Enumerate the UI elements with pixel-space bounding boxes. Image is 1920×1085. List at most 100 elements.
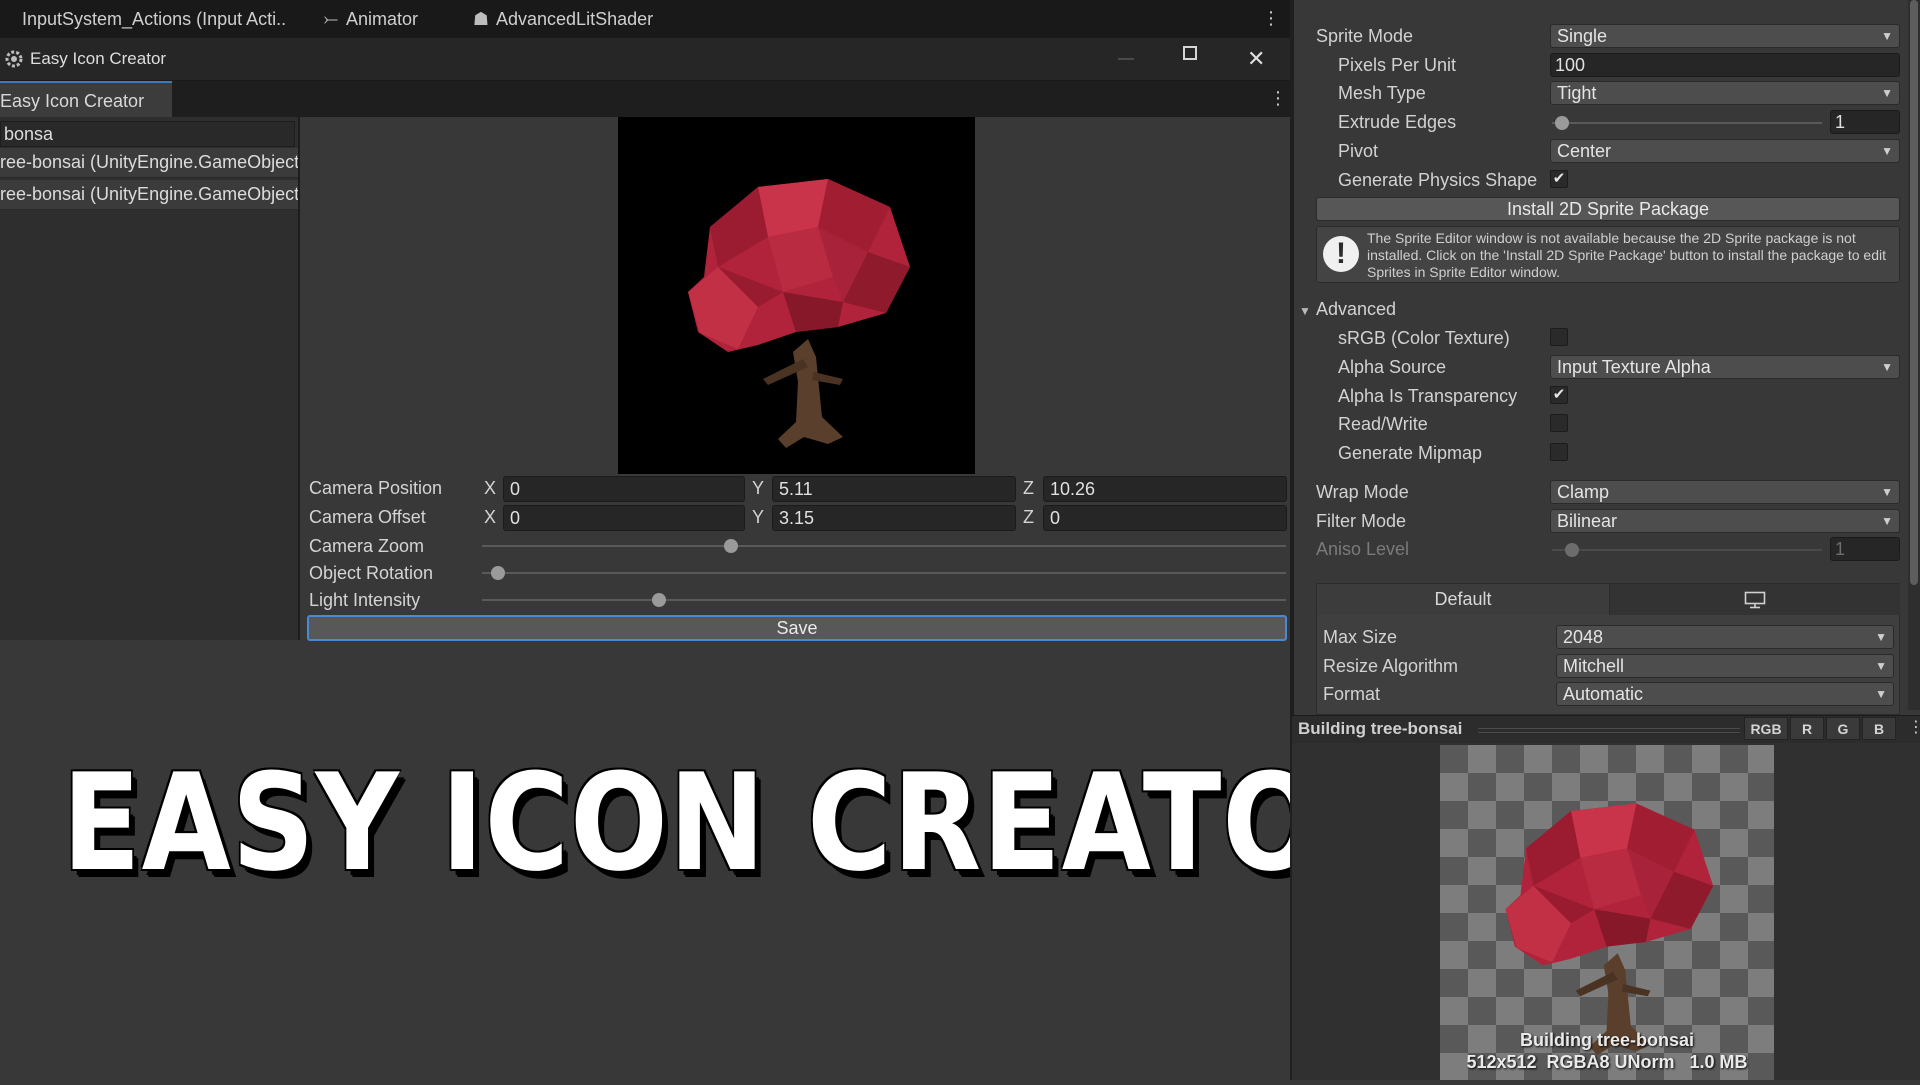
aniso-level-label: Aniso Level xyxy=(1316,539,1410,559)
light-intensity-slider[interactable] xyxy=(482,599,1286,601)
alpha-is-transparency-checkbox[interactable]: ✔ xyxy=(1550,386,1568,404)
preview-title: Building tree-bonsai xyxy=(1298,719,1463,738)
generate-mipmap-checkbox[interactable] xyxy=(1550,443,1568,461)
camera-zoom-label: Camera Zoom xyxy=(309,536,425,556)
dropdown-value: 2048 xyxy=(1563,627,1604,647)
tab-bar-more-icon[interactable]: ⋮ xyxy=(1262,9,1280,27)
channel-g-button[interactable]: G xyxy=(1826,717,1860,740)
axis-x-label: X xyxy=(484,478,497,498)
minimize-button[interactable]: — xyxy=(1118,38,1134,80)
wrap-mode-dropdown[interactable]: Clamp ▼ xyxy=(1550,480,1900,504)
close-button[interactable]: ✕ xyxy=(1247,38,1265,80)
aniso-level-field: 1 xyxy=(1830,537,1900,561)
filter-mode-label: Filter Mode xyxy=(1316,511,1407,531)
filter-mode-dropdown[interactable]: Bilinear ▼ xyxy=(1550,509,1900,533)
camera-position-z-field[interactable]: 10.26 xyxy=(1043,476,1287,502)
alpha-source-dropdown[interactable]: Input Texture Alpha ▼ xyxy=(1550,355,1900,379)
mesh-type-dropdown[interactable]: Tight ▼ xyxy=(1550,81,1900,105)
extrude-edges-slider-handle[interactable] xyxy=(1555,116,1569,130)
tab-label: Animator xyxy=(346,9,419,29)
inspector-scrollbar-thumb[interactable] xyxy=(1910,0,1918,585)
camera-offset-x-field[interactable]: 0 xyxy=(503,505,745,531)
dropdown-value: Input Texture Alpha xyxy=(1557,357,1711,377)
pivot-dropdown[interactable]: Center ▼ xyxy=(1550,139,1900,163)
camera-zoom-slider-handle[interactable] xyxy=(724,539,739,553)
format-label: Format xyxy=(1323,684,1381,704)
shader-icon: ☗ xyxy=(472,9,490,29)
tab-advanced-lit-shader[interactable]: ☗ AdvancedLitShader xyxy=(472,0,653,38)
read-write-checkbox[interactable] xyxy=(1550,414,1568,432)
icon-preview xyxy=(618,117,975,474)
window-title-bar xyxy=(0,38,1290,81)
platform-tab-standalone[interactable] xyxy=(1609,584,1900,615)
help-text: The Sprite Editor window is not availabl… xyxy=(1367,230,1886,280)
list-item[interactable]: ree-bonsai (UnityEngine.GameObject) xyxy=(0,148,298,178)
wrap-mode-label: Wrap Mode xyxy=(1316,482,1409,502)
tab-input-system-actions[interactable]: InputSystem_Actions (Input Acti.. xyxy=(22,0,286,38)
camera-offset-label: Camera Offset xyxy=(309,507,426,527)
animator-icon: ⤚ xyxy=(323,9,339,29)
channel-r-button[interactable]: R xyxy=(1790,717,1824,740)
extrude-edges-field[interactable]: 1 xyxy=(1830,110,1900,134)
axis-y-label: Y xyxy=(752,507,765,527)
light-intensity-label: Light Intensity xyxy=(309,590,421,610)
light-intensity-slider-handle[interactable] xyxy=(651,593,666,607)
camera-offset-z-field[interactable]: 0 xyxy=(1043,505,1287,531)
dropdown-value: Automatic xyxy=(1563,684,1644,704)
dropdown-value: Clamp xyxy=(1557,482,1610,502)
dropdown-value: Single xyxy=(1557,26,1608,46)
extrude-edges-slider[interactable] xyxy=(1552,122,1822,124)
platform-tab-default[interactable]: Default xyxy=(1317,584,1609,615)
window-title: Easy Icon Creator xyxy=(30,49,167,68)
monitor-icon xyxy=(1744,591,1766,609)
object-rotation-slider[interactable] xyxy=(482,572,1286,574)
camera-position-y-field[interactable]: 5.11 xyxy=(772,476,1016,502)
window-more-icon[interactable]: ⋮ xyxy=(1269,89,1287,107)
chevron-down-icon: ▼ xyxy=(1881,514,1893,528)
save-button[interactable]: Save xyxy=(307,615,1287,641)
chevron-down-icon: ▼ xyxy=(1875,630,1887,644)
tab-label: InputSystem_Actions (Input Acti.. xyxy=(22,9,287,29)
pixels-per-unit-label: Pixels Per Unit xyxy=(1338,55,1457,75)
camera-position-x-field[interactable]: 0 xyxy=(503,476,745,502)
dropdown-value: Tight xyxy=(1557,83,1597,103)
channel-rgb-button[interactable]: RGB xyxy=(1744,717,1788,740)
srgb-checkbox[interactable] xyxy=(1550,328,1568,346)
install-2d-sprite-package-button[interactable]: Install 2D Sprite Package xyxy=(1316,197,1900,221)
window-tab-strip xyxy=(0,81,1290,117)
chevron-down-icon: ▼ xyxy=(1875,687,1887,701)
sprite-mode-label: Sprite Mode xyxy=(1316,26,1414,46)
max-size-dropdown[interactable]: 2048 ▼ xyxy=(1556,625,1894,649)
preview-more-icon[interactable]: ⋮ xyxy=(1908,720,1920,736)
maximize-button[interactable] xyxy=(1183,46,1197,60)
generate-mipmap-label: Generate Mipmap xyxy=(1338,443,1483,463)
pivot-label: Pivot xyxy=(1338,141,1379,161)
chevron-down-icon: ▼ xyxy=(1881,144,1893,158)
format-dropdown[interactable]: Automatic ▼ xyxy=(1556,682,1894,706)
tab-label: AdvancedLitShader xyxy=(496,9,654,29)
axis-z-label: Z xyxy=(1023,478,1034,498)
camera-offset-y-field[interactable]: 3.15 xyxy=(772,505,1016,531)
camera-position-label: Camera Position xyxy=(309,478,443,498)
advanced-foldout-label[interactable]: Advanced xyxy=(1316,299,1396,320)
extrude-edges-label: Extrude Edges xyxy=(1338,112,1457,132)
tab-animator[interactable]: ⤚ Animator xyxy=(322,0,418,38)
generate-physics-shape-checkbox[interactable]: ✔ xyxy=(1550,170,1568,188)
chevron-down-icon: ▼ xyxy=(1881,485,1893,499)
promo-title: EASY ICON CREATOR xyxy=(62,745,1411,901)
warning-icon: ! xyxy=(1323,236,1359,272)
object-rotation-slider-handle[interactable] xyxy=(491,566,506,580)
sprite-mode-dropdown[interactable]: Single ▼ xyxy=(1550,24,1900,48)
resize-algorithm-dropdown[interactable]: Mitchell ▼ xyxy=(1556,654,1894,678)
pixels-per-unit-field[interactable]: 100 xyxy=(1550,53,1900,77)
foldout-arrow-icon[interactable]: ▼ xyxy=(1299,304,1311,318)
dropdown-value: Mitchell xyxy=(1563,656,1625,676)
aniso-level-slider-handle xyxy=(1565,543,1579,557)
tab-easy-icon-creator[interactable]: Easy Icon Creator xyxy=(0,81,172,117)
easy-icon-creator-icon xyxy=(4,49,24,69)
search-input[interactable]: bonsa xyxy=(0,121,295,147)
camera-zoom-slider[interactable] xyxy=(482,545,1286,547)
preview-drag-handle[interactable] xyxy=(1478,728,1740,733)
channel-b-button[interactable]: B xyxy=(1862,717,1896,740)
list-item[interactable]: ree-bonsai (UnityEngine.GameObject) xyxy=(0,180,298,210)
